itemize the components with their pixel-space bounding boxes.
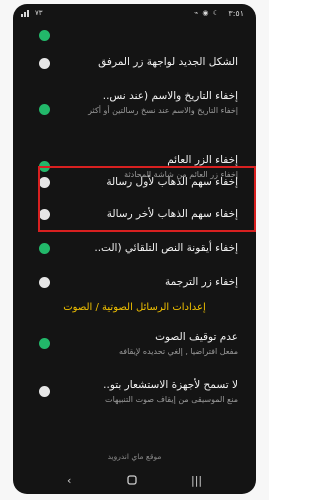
toggle-switch[interactable]: [39, 243, 50, 254]
clock: ٣:٥١: [228, 9, 244, 18]
setting-row-0[interactable]: [13, 18, 256, 41]
signal-icon: [21, 10, 29, 17]
setting-desc: مفعل افتراضيا , إلغي تحديده لإيقافه: [118, 347, 238, 356]
highlight-box: [38, 166, 256, 232]
phone-frame: ٧٣ ⌁ ◉ ☾ ٣:٥١ الشكل الجديد لواجهة زر الم…: [0, 0, 269, 500]
system-icons: ⌁ ◉ ☾: [193, 9, 220, 17]
setting-desc: منع الموسيقى من إيقاف صوت التنبيهات: [105, 395, 238, 404]
section-header: إعدادات الرسائل الصوتية / الصوت: [63, 302, 206, 313]
watermark: موقع ماي اندرويد: [107, 452, 162, 461]
back-nav-icon[interactable]: ‹: [67, 474, 71, 487]
setting-row-7[interactable]: إخفاء زر الترجمة: [13, 272, 256, 294]
screen: ٧٣ ⌁ ◉ ☾ ٣:٥١ الشكل الجديد لواجهة زر الم…: [13, 4, 256, 494]
toggle-switch[interactable]: [39, 30, 50, 41]
battery-level: ٧٣: [35, 9, 43, 17]
toggle-switch[interactable]: [39, 338, 50, 349]
setting-title: لا تسمح لأجهزة الاستشعار بتو..: [103, 379, 238, 391]
toggle-switch[interactable]: [39, 386, 50, 397]
recents-nav-icon[interactable]: |||: [191, 474, 202, 487]
setting-title: إخفاء التاريخ والاسم (عند نس..: [102, 90, 238, 102]
setting-title: إخفاء أيقونة النص التلقائي (الت..: [94, 242, 238, 254]
setting-row-1[interactable]: الشكل الجديد لواجهة زر المرفق: [13, 50, 256, 76]
setting-title: عدم توقيف الصوت: [155, 331, 238, 343]
toggle-switch[interactable]: [39, 104, 50, 115]
home-square-icon: [127, 475, 137, 485]
setting-row-9[interactable]: لا تسمح لأجهزة الاستشعار بتو.. منع الموس…: [13, 375, 256, 435]
setting-desc: إخفاء التاريخ والاسم عند نسخ رسالتين أو …: [88, 106, 238, 115]
navigation-bar: ‹ |||: [13, 466, 256, 494]
toggle-switch[interactable]: [39, 277, 50, 288]
setting-title: الشكل الجديد لواجهة زر المرفق: [98, 56, 238, 68]
toggle-switch[interactable]: [39, 58, 50, 69]
setting-title: إخفاء الزر العائم: [167, 154, 238, 166]
setting-row-8[interactable]: عدم توقيف الصوت مفعل افتراضيا , إلغي تحد…: [13, 327, 256, 363]
setting-row-2[interactable]: إخفاء التاريخ والاسم (عند نس.. إخفاء الت…: [13, 86, 256, 140]
setting-title: إخفاء زر الترجمة: [165, 276, 238, 288]
setting-row-6[interactable]: إخفاء أيقونة النص التلقائي (الت..: [13, 238, 256, 260]
home-nav-icon[interactable]: [127, 475, 137, 488]
